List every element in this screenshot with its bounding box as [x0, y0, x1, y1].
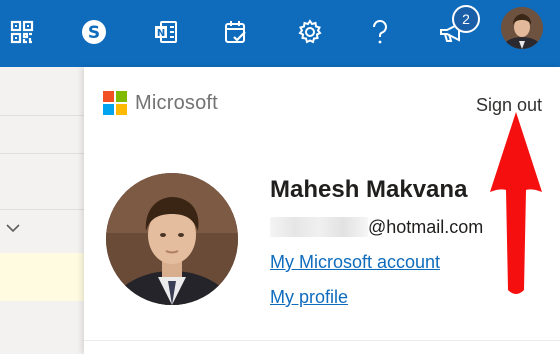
divider [0, 209, 84, 210]
divider [84, 340, 560, 341]
profile-photo[interactable] [106, 173, 238, 305]
user-email: @hotmail.com [270, 216, 483, 238]
skype-icon[interactable]: S [76, 14, 112, 50]
account-avatar-button[interactable] [501, 7, 543, 49]
top-bar: S N 2 [0, 0, 560, 67]
svg-text:S: S [88, 23, 100, 43]
settings-icon[interactable] [292, 14, 328, 50]
email-redacted [270, 217, 368, 237]
highlighted-row[interactable] [0, 253, 84, 301]
mail-list-pane [0, 67, 84, 354]
email-domain: @hotmail.com [368, 217, 484, 237]
my-microsoft-account-link[interactable]: My Microsoft account [270, 251, 440, 273]
onenote-icon[interactable]: N [148, 14, 184, 50]
help-icon[interactable] [362, 14, 398, 50]
divider [0, 115, 84, 116]
brand-name: Microsoft [135, 92, 218, 114]
qr-code-icon[interactable] [4, 14, 40, 50]
chevron-down-icon[interactable] [6, 220, 20, 236]
microsoft-logo-icon [103, 91, 127, 115]
divider [0, 153, 84, 154]
my-day-icon[interactable] [218, 14, 254, 50]
red-arrow-annotation-icon [490, 112, 542, 294]
notification-badge: 2 [452, 5, 480, 33]
my-profile-link[interactable]: My profile [270, 286, 348, 308]
user-display-name: Mahesh Makvana [270, 176, 468, 203]
svg-text:N: N [157, 28, 165, 39]
